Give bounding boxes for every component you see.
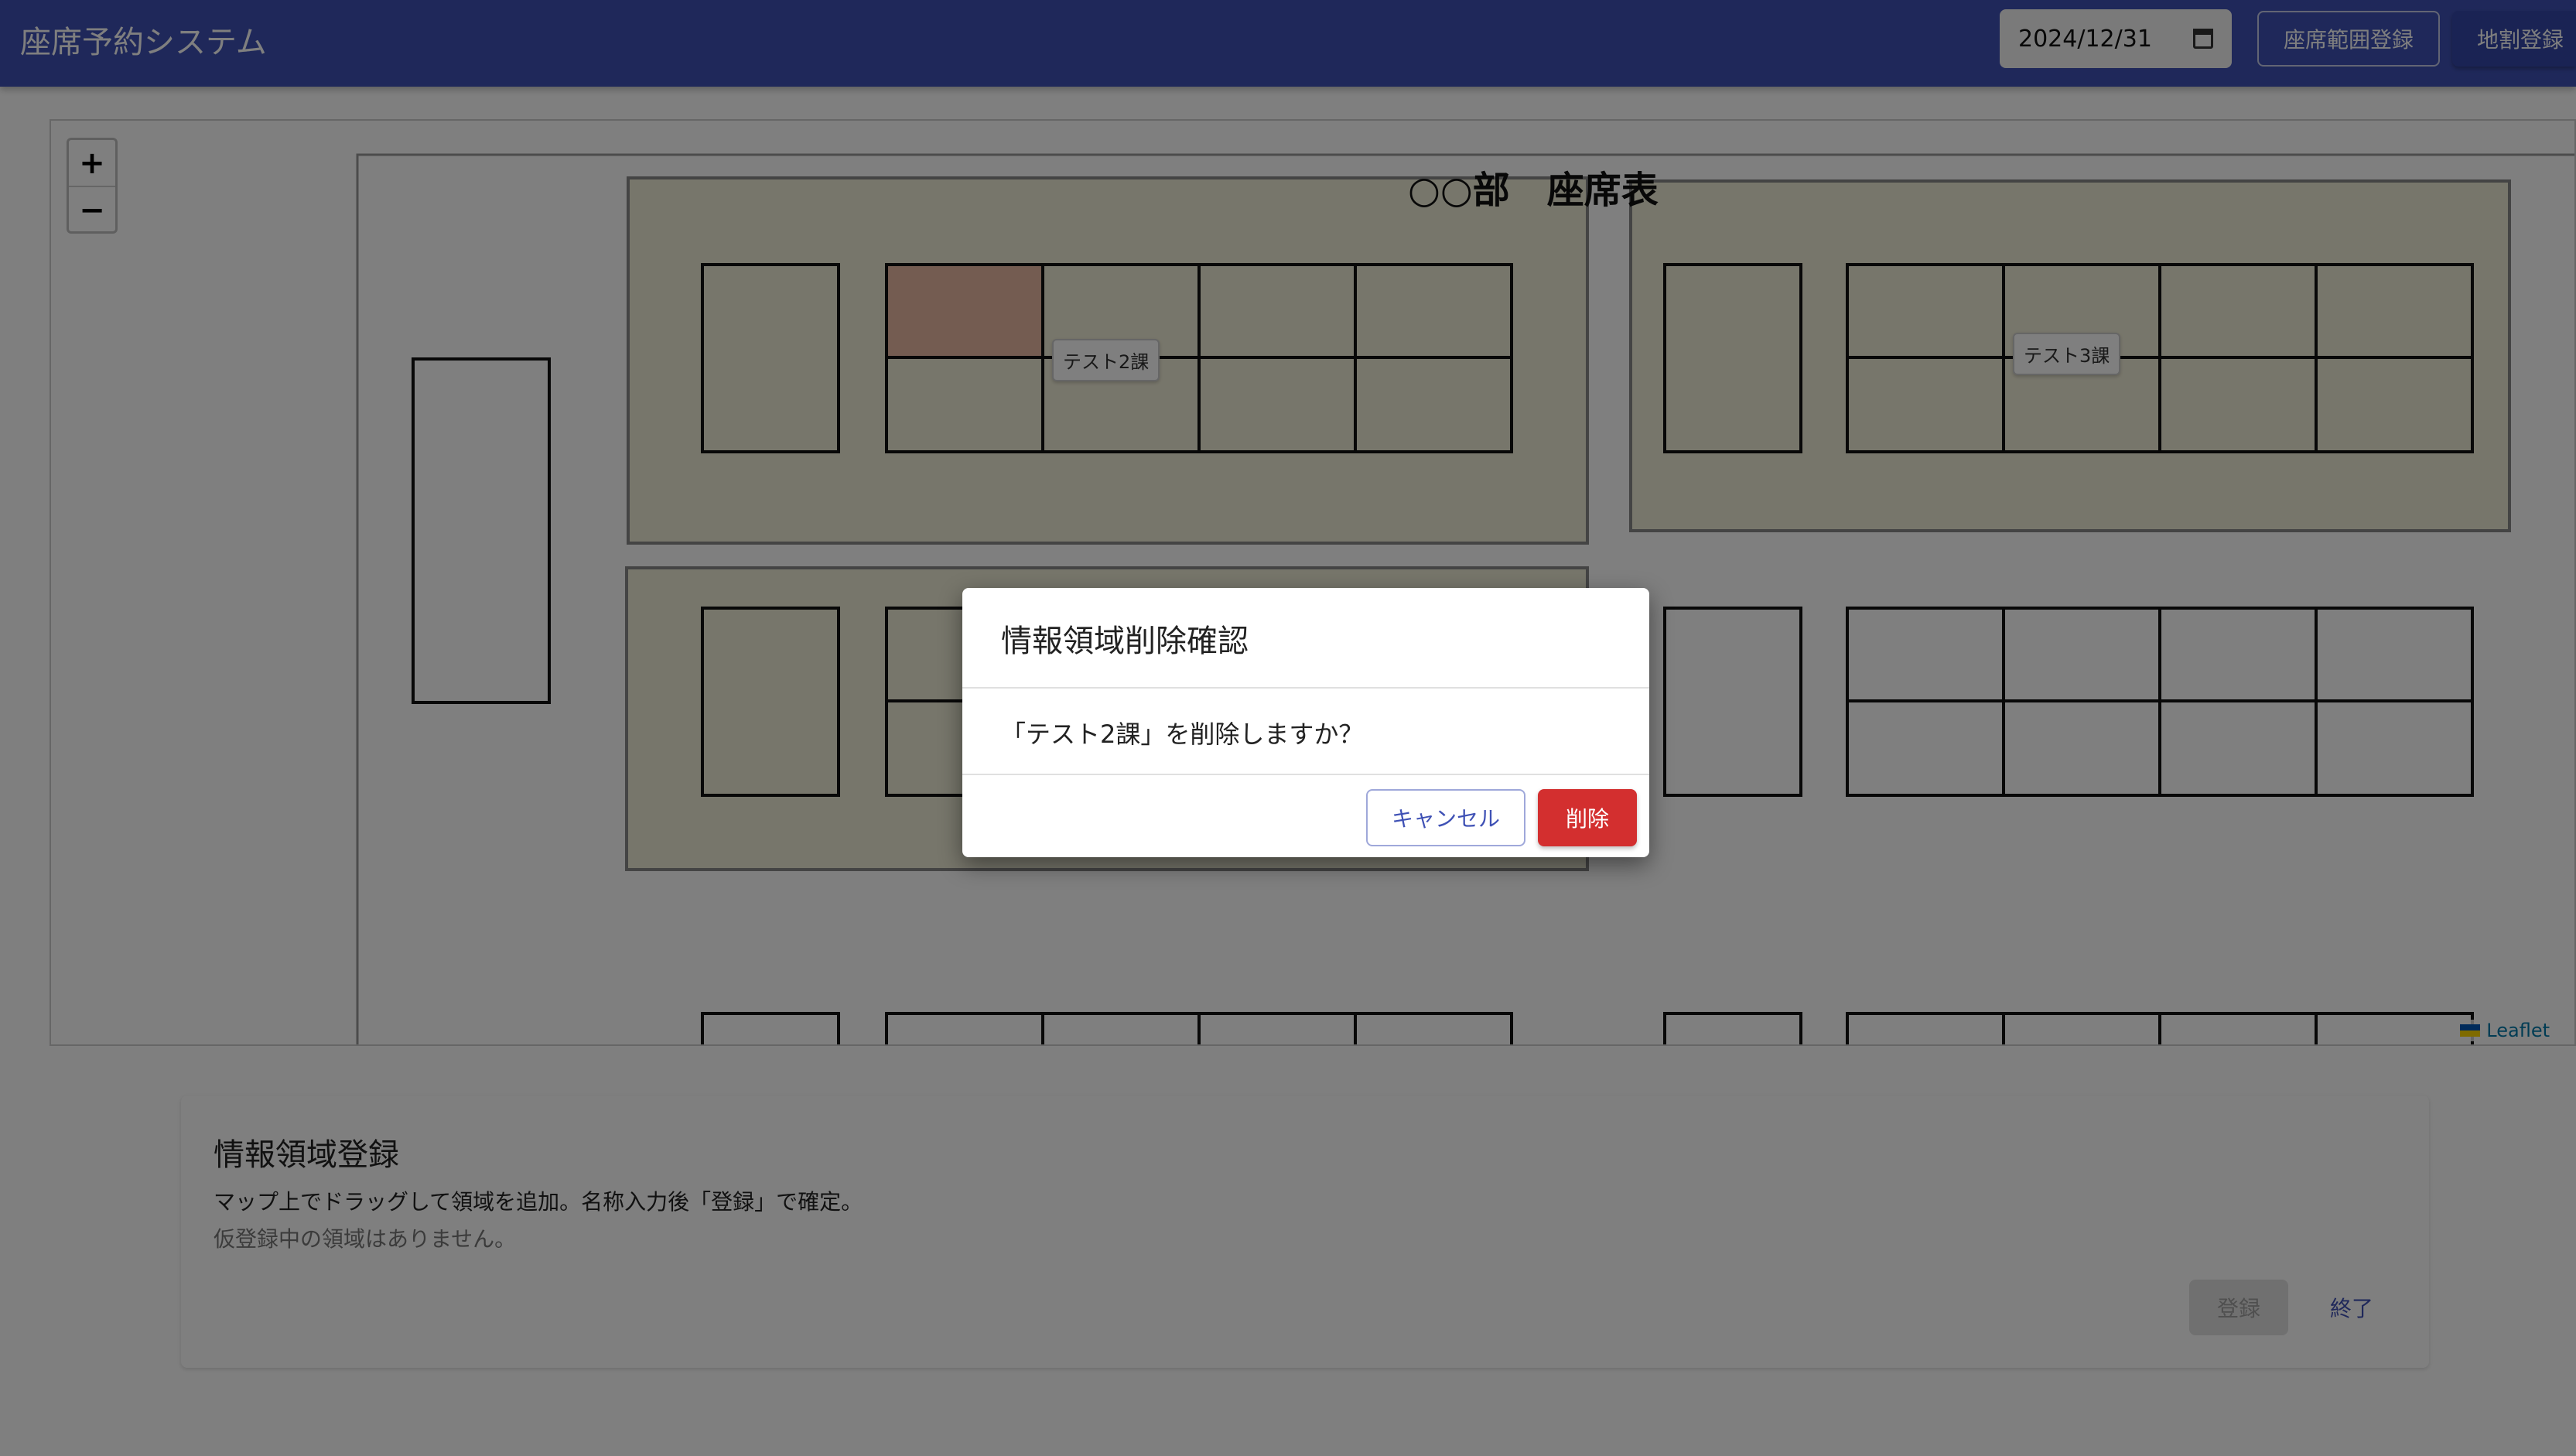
delete-button[interactable]: 削除	[1538, 789, 1637, 846]
dialog-message: 「テスト2課」を削除しますか？	[1001, 719, 1364, 749]
dialog-title: 情報領域削除確認	[1001, 624, 1249, 659]
delete-confirm-dialog: 情報領域削除確認 「テスト2課」を削除しますか？ キャンセル 削除	[962, 588, 1649, 857]
cancel-button[interactable]: キャンセル	[1366, 789, 1525, 846]
dialog-divider	[962, 774, 1649, 775]
dialog-divider	[962, 687, 1649, 689]
